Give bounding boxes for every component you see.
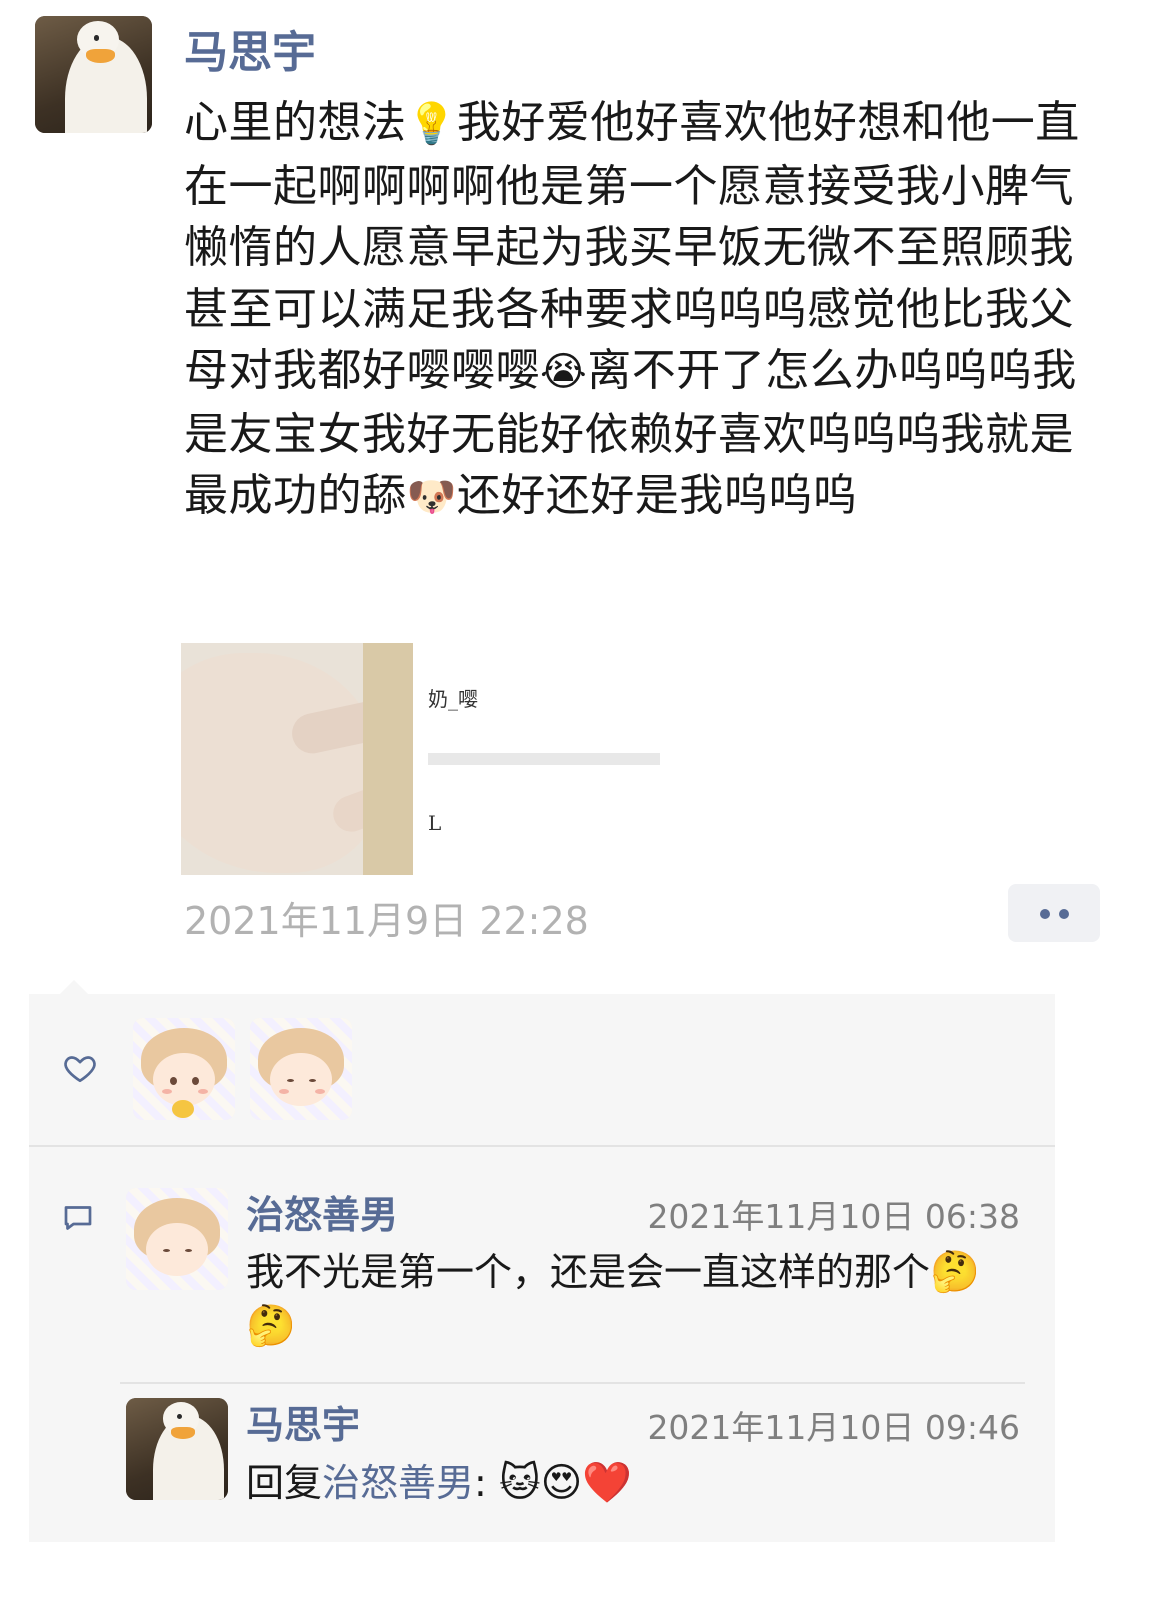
post-text: 心里的想法💡我好爱他好喜欢他好想和他一直在一起啊啊啊啊他是第一个愿意接受我小脾气…	[184, 92, 1114, 529]
comment-divider	[120, 1382, 1025, 1384]
chick-icon	[171, 1099, 195, 1118]
comment-author-name[interactable]: 马思宇	[246, 1394, 360, 1449]
post-timestamp: 2021年11月9日 22:28	[184, 899, 589, 943]
comment-text[interactable]: 回复治怒善男: 🐱😍❤️	[246, 1456, 1016, 1510]
cat-heart-emoji-icon: 🐱😍❤️	[498, 1460, 633, 1506]
liker-avatar[interactable]	[133, 1018, 235, 1120]
more-dot-icon	[1059, 909, 1069, 919]
more-actions-button[interactable]	[1008, 884, 1100, 942]
comment-time: 2021年11月10日 06:38	[647, 1197, 1020, 1236]
comment-avatar[interactable]	[126, 1188, 228, 1290]
chibi-face	[146, 1222, 208, 1276]
dog-emoji-icon: 🐶	[406, 474, 457, 520]
liker-avatar[interactable]	[250, 1018, 352, 1120]
post-text-segment-3: 还好还好是我呜呜呜	[456, 470, 858, 521]
panel-divider	[29, 1145, 1055, 1147]
comment-text[interactable]: 我不光是第一个，还是会一直这样的那个🤔🤔	[246, 1245, 1016, 1353]
photo-text-top: 奶_嘤	[428, 687, 478, 711]
post-photo-screenshot[interactable]: 奶_嘤 L	[428, 643, 660, 875]
photo-edge	[363, 643, 413, 875]
heart-outline-icon	[64, 1056, 96, 1083]
post-author-name[interactable]: 马思宇	[184, 16, 316, 80]
reply-prefix: 回复	[246, 1461, 323, 1505]
more-dot-icon	[1040, 909, 1050, 919]
reply-colon: :	[474, 1461, 487, 1505]
post-author-avatar[interactable]	[35, 16, 152, 133]
duck-beak	[170, 1426, 196, 1439]
hand-shape	[181, 653, 381, 873]
reply-target-name[interactable]: 治怒善男	[322, 1461, 474, 1505]
duck-beak	[86, 48, 115, 63]
photo-bar	[428, 753, 660, 765]
lightbulb-emoji-icon: 💡	[406, 101, 457, 147]
comment-author-name[interactable]: 治怒善男	[246, 1184, 398, 1239]
comment-bubble-icon	[64, 1206, 92, 1230]
chibi-face	[153, 1052, 215, 1106]
post-photo-hands[interactable]	[181, 643, 413, 875]
comment-body: 我不光是第一个，还是会一直这样的那个	[246, 1250, 931, 1294]
photo-text-bottom: L	[428, 811, 442, 835]
duck-eye	[93, 34, 100, 41]
comment-time: 2021年11月10日 09:46	[647, 1408, 1020, 1447]
crying-emoji-icon: 😭	[540, 349, 588, 395]
chibi-face	[270, 1052, 332, 1106]
comment-avatar[interactable]	[126, 1398, 228, 1500]
post-text-before-bulb: 心里的想法	[184, 97, 407, 148]
